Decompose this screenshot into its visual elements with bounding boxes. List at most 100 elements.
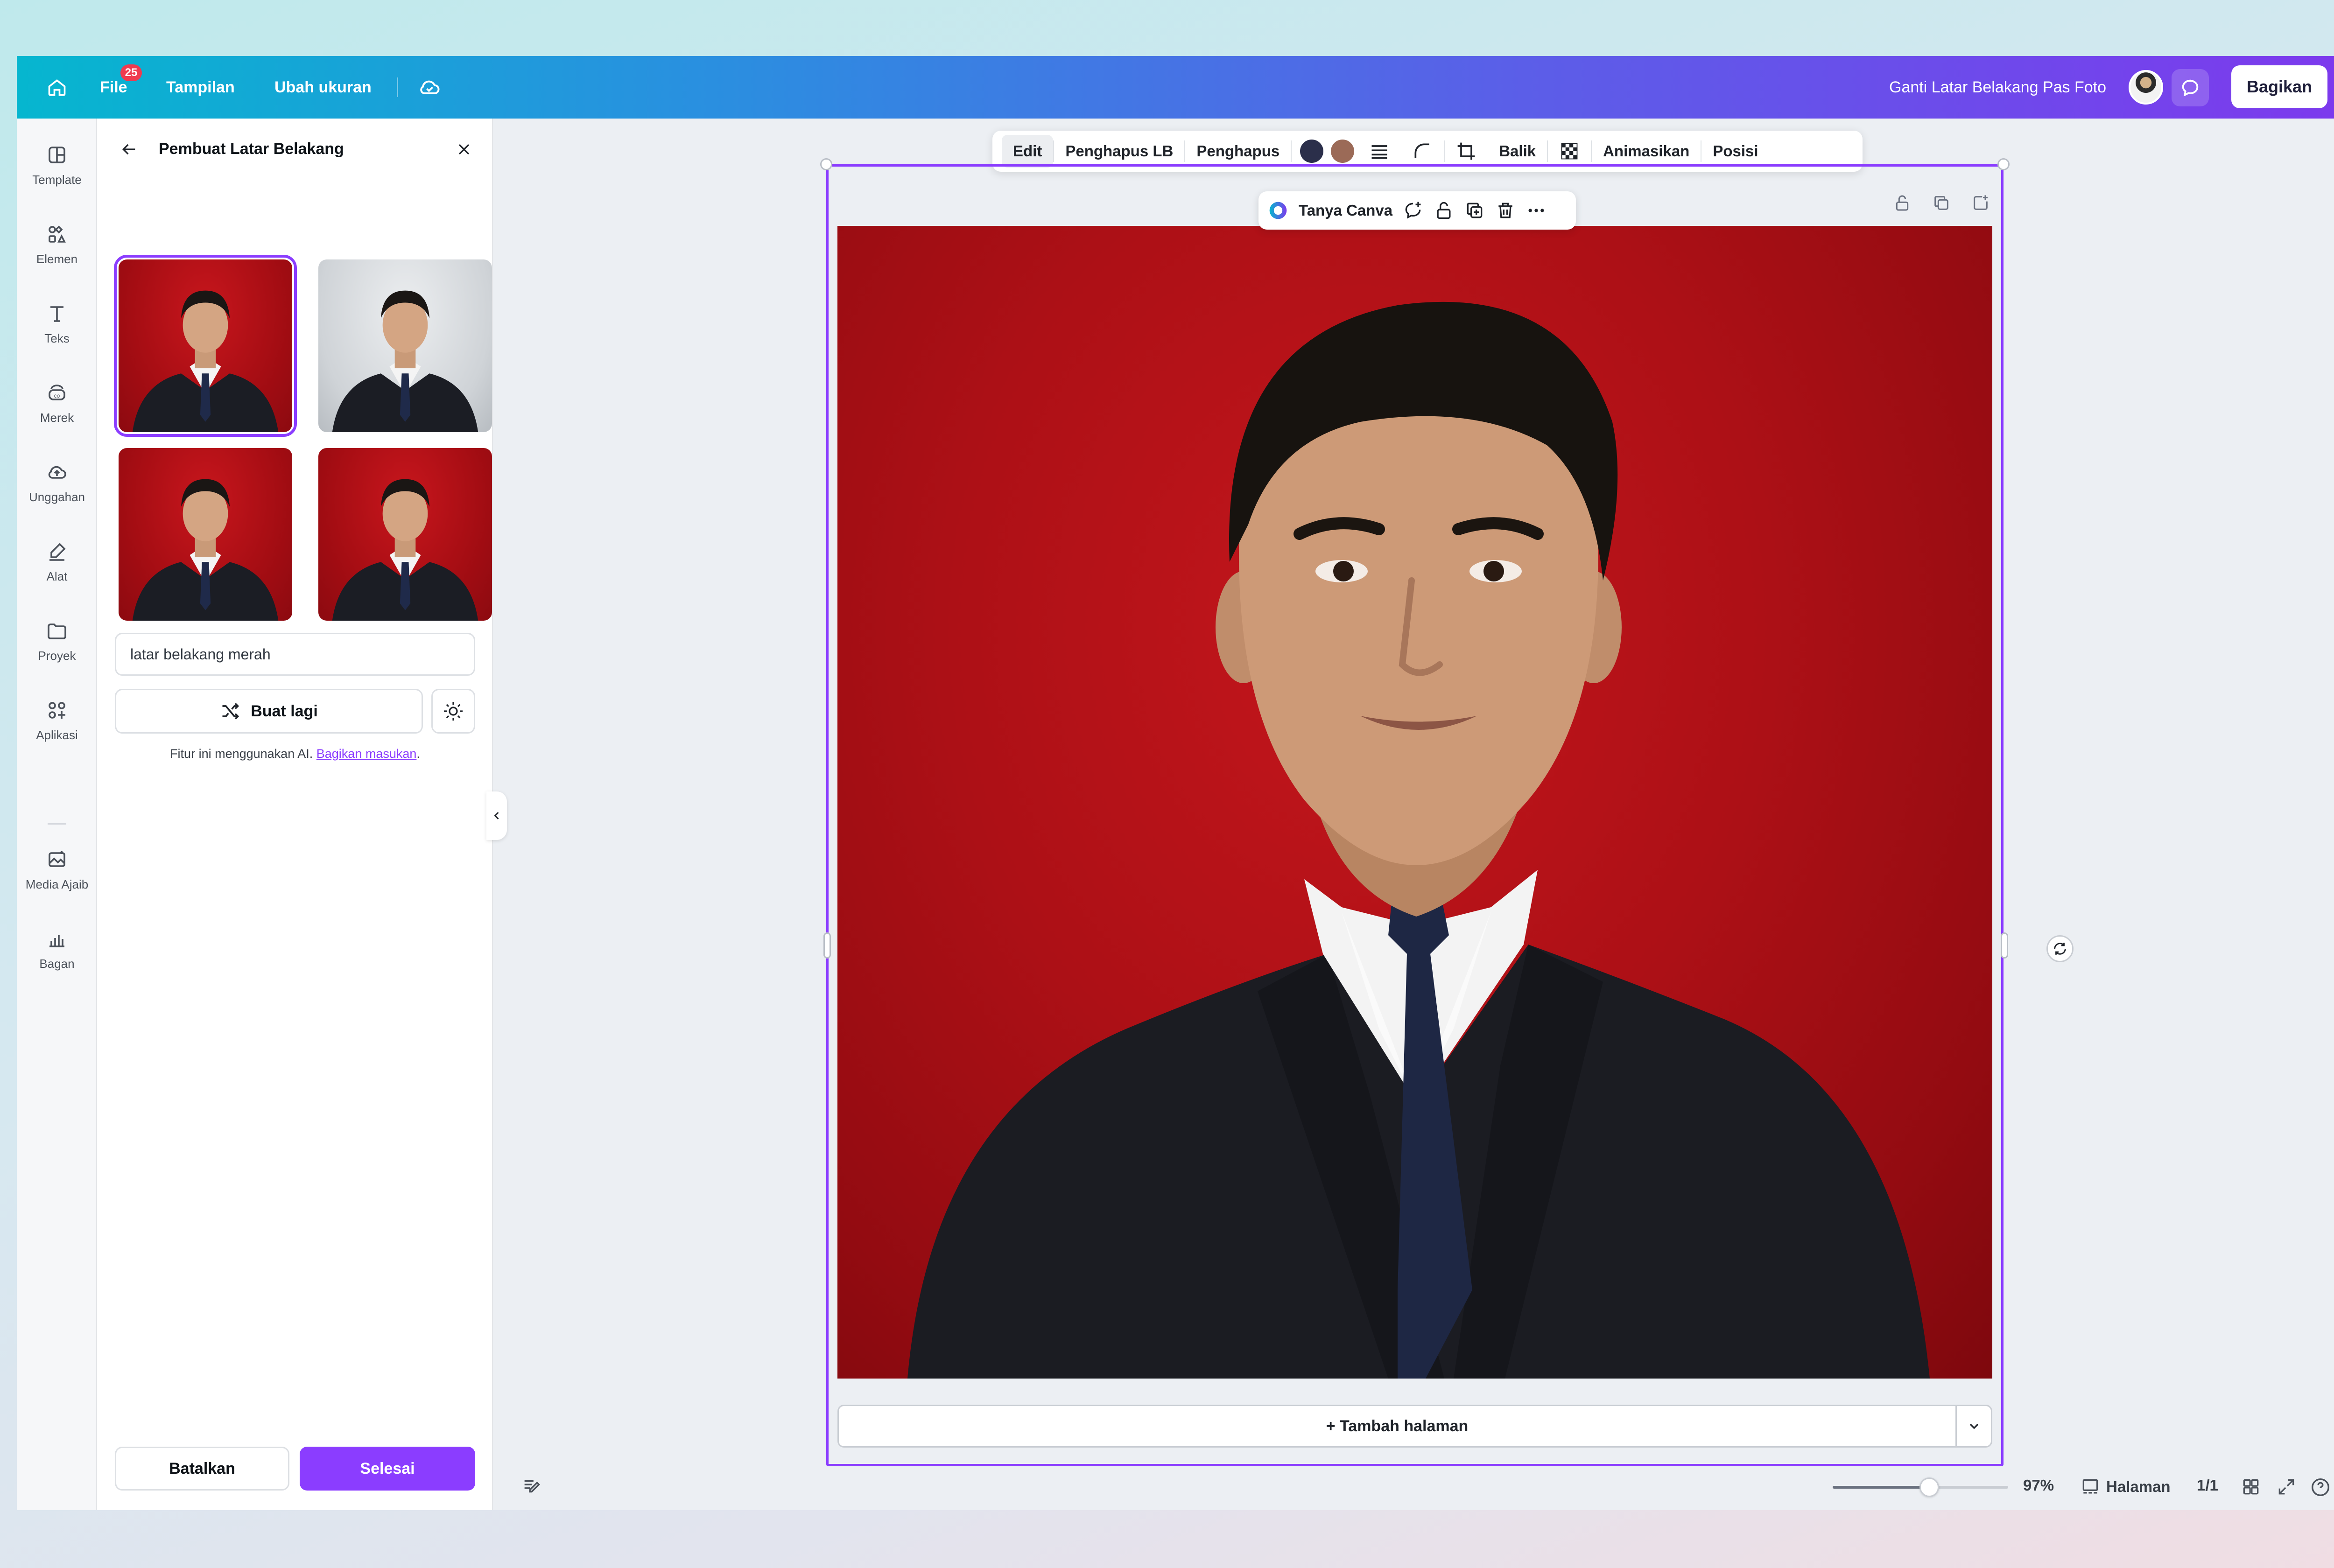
grid-view-button[interactable] [2241,1477,2261,1497]
add-page-icon [1974,195,1988,210]
regenerate-button[interactable]: Buat lagi [115,689,423,734]
chart-icon [49,935,64,947]
zoom-slider-fill [1833,1486,1929,1489]
arrow-left-icon [122,144,135,155]
rotate-icon [2054,943,2066,955]
flip-button[interactable]: Balik [1488,135,1547,168]
add-page-options-button[interactable] [1955,1406,1991,1446]
resize-button[interactable]: Ubah ukuran [274,56,372,119]
transparency-icon [1561,143,1578,160]
rail-item-projects[interactable]: Proyek [17,620,97,690]
view-menu[interactable]: Tampilan [166,56,235,119]
share-button[interactable]: Bagikan [2231,65,2327,108]
border-style-button[interactable] [1358,135,1401,168]
prompt-input[interactable]: latar belakang merah [115,633,475,676]
ai-note-text: Fitur ini menggunakan AI. [170,747,313,761]
transparency-button[interactable] [1548,135,1591,168]
rail-item-template[interactable]: Template [17,144,97,214]
done-button[interactable]: Selesai [300,1447,475,1491]
rail-label: Proyek [38,649,76,663]
resize-handle[interactable] [820,158,832,170]
result-thumbnail[interactable] [318,448,492,621]
document-title[interactable]: Ganti Latar Belakang Pas Foto [1889,56,2106,119]
save-status-button[interactable] [415,56,444,119]
home-button[interactable] [43,56,71,119]
rail-label: Merek [40,411,74,425]
help-button[interactable] [2310,1477,2331,1498]
panel-title: Pembuat Latar Belakang [159,140,344,158]
back-button[interactable] [116,136,142,162]
edit-button[interactable]: Edit [1002,135,1054,168]
draw-tool-icon [49,543,66,561]
pages-icon [2082,1479,2098,1494]
close-icon [458,144,470,155]
lock-icon [1896,195,1909,211]
rail-item-apps[interactable]: Aplikasi [17,699,97,769]
zoom-slider[interactable] [1833,1477,2008,1497]
pages-button[interactable]: Halaman [2080,1477,2171,1497]
rail-item-tools[interactable]: Alat [17,540,97,610]
notes-icon [524,1480,540,1493]
chevron-left-icon [494,812,499,820]
notification-badge: 25 [120,64,142,81]
comments-button[interactable] [2172,69,2209,106]
color-swatch-brown[interactable] [1331,140,1355,163]
zoom-slider-knob[interactable] [1919,1477,1939,1497]
fullscreen-button[interactable] [2276,1477,2297,1497]
rail-label: Teks [44,331,70,345]
lock-page-button[interactable] [1891,191,1914,215]
result-thumbnail[interactable] [114,255,297,437]
add-page-button[interactable]: + Tambah halaman [839,1417,1955,1435]
background-generator-panel: Pembuat Latar Belakang latar belakang me… [97,119,493,1510]
bg-remover-button[interactable]: Penghapus LB [1054,135,1184,168]
style-settings-button[interactable] [431,689,475,734]
shuffle-icon [222,703,239,720]
rotate-button[interactable] [2046,935,2074,962]
side-resize-handle[interactable] [823,932,831,959]
lock-icon[interactable] [1434,200,1454,221]
file-menu[interactable]: File [100,56,127,119]
duplicate-page-button[interactable] [1930,191,1953,215]
floating-toolbar: Tanya Canva [1258,191,1576,230]
animate-button[interactable]: Animasikan [1592,135,1701,168]
svg-text:co: co [54,392,60,399]
zoom-level[interactable]: 97% [2023,1477,2054,1494]
notes-button[interactable] [521,1476,542,1499]
help-icon [2312,1478,2329,1496]
corner-rounding-button[interactable] [1401,135,1444,168]
duplicate-icon[interactable] [1464,200,1485,221]
feedback-link[interactable]: Bagikan masukan [316,747,417,761]
rail-item-uploads[interactable]: Unggahan [17,461,97,531]
collapse-panel-button[interactable] [486,791,507,840]
rail-item-elements[interactable]: Elemen [17,223,97,293]
rail-label: Alat [46,569,68,583]
avatar[interactable] [2129,70,2163,105]
result-thumbnail[interactable] [119,448,292,621]
comment-add-icon[interactable] [1403,200,1423,221]
crop-button[interactable] [1445,135,1488,168]
portrait-image [907,301,1930,1379]
resize-handle[interactable] [1997,158,2010,170]
toolbar-divider [1291,140,1292,162]
rail-item-charts[interactable]: Bagan [17,928,97,998]
ask-canva-button[interactable]: Tanya Canva [1299,202,1392,219]
rail-item-brand[interactable]: co Merek [17,382,97,452]
eraser-button[interactable]: Penghapus [1185,135,1291,168]
color-swatch-navy[interactable] [1300,140,1324,163]
add-page-icon-button[interactable] [1969,191,1992,215]
rail-item-text[interactable]: Teks [17,302,97,372]
close-panel-button[interactable] [451,136,477,162]
text-icon [50,306,63,322]
expand-icon [2278,1479,2294,1495]
rail-item-magic-media[interactable]: Media Ajaib [17,848,97,918]
template-icon [49,147,65,163]
topbar-divider [397,77,398,97]
comment-icon [2182,79,2199,97]
position-button[interactable]: Posisi [1701,135,1769,168]
result-thumbnail[interactable] [318,259,492,432]
more-icon[interactable] [1526,200,1547,221]
portrait-photo[interactable] [837,226,1992,1379]
side-resize-handle[interactable] [2001,932,2008,959]
trash-icon[interactable] [1495,200,1516,221]
cancel-button[interactable]: Batalkan [115,1447,289,1491]
